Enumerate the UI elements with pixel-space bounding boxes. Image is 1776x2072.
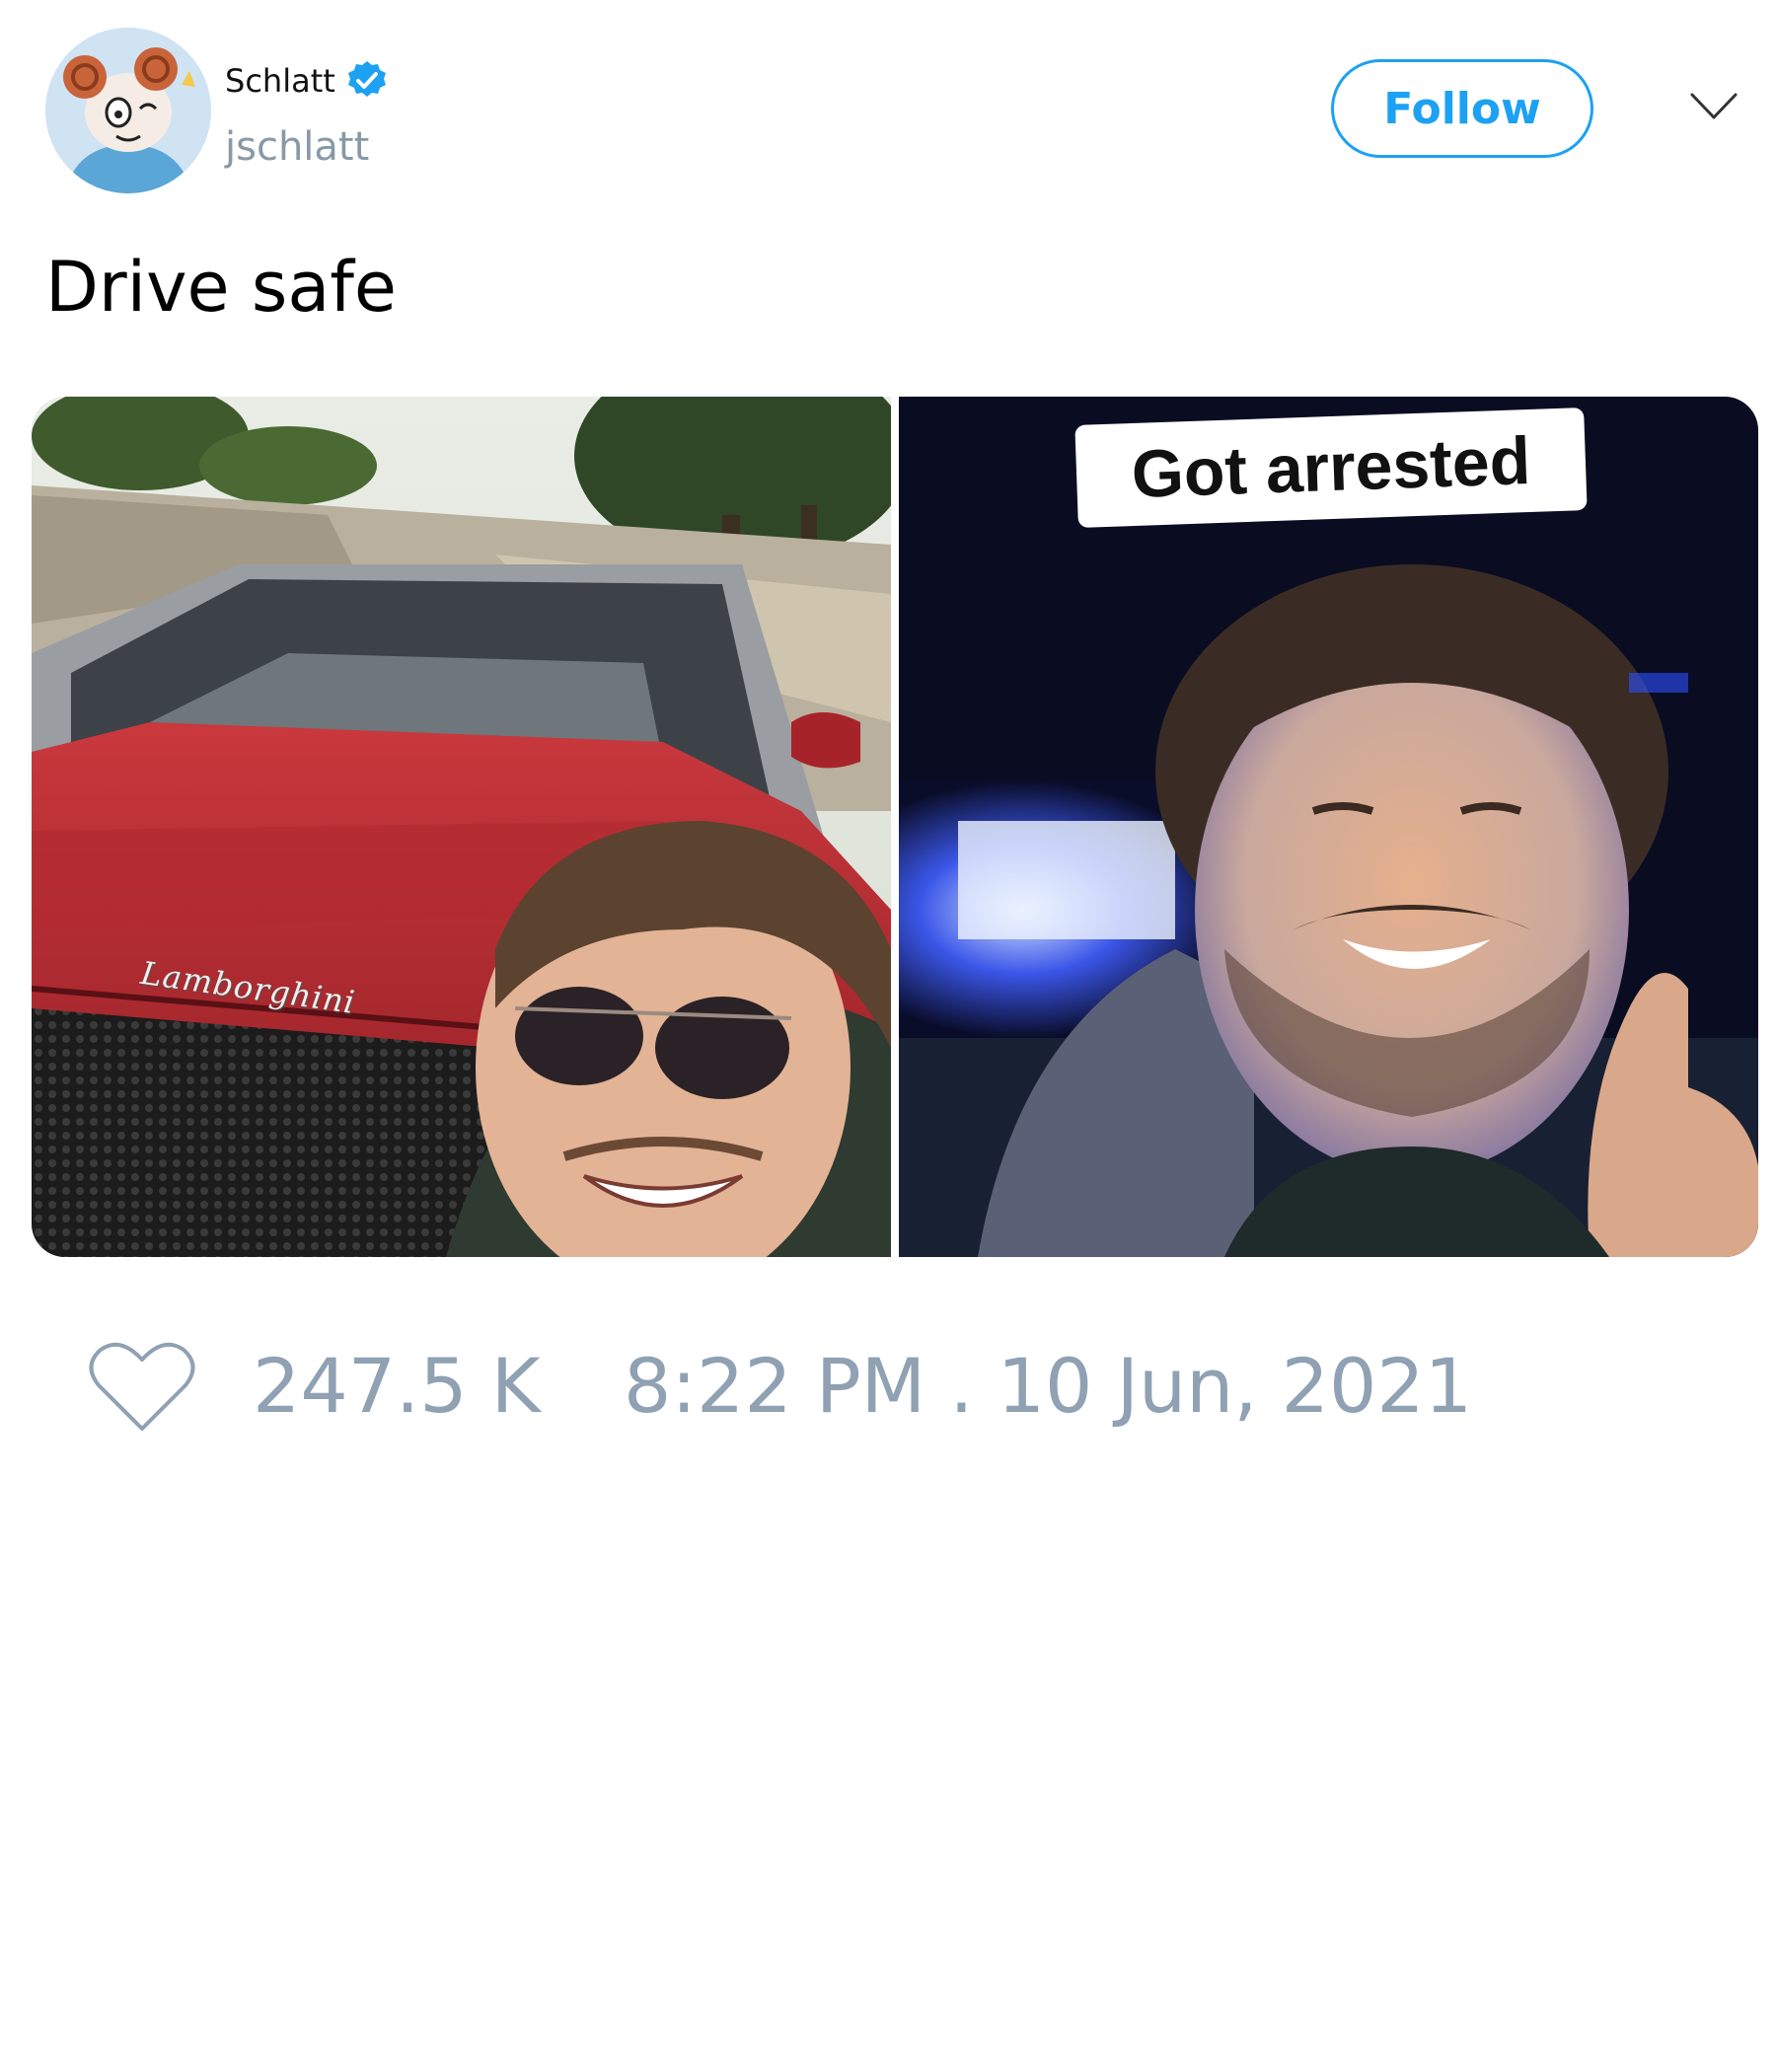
photo-right[interactable]: Got arrested: [899, 397, 1758, 1257]
heart-icon[interactable]: [89, 1340, 195, 1435]
avatar[interactable]: [45, 28, 211, 193]
user-handle[interactable]: jschlatt: [225, 124, 369, 170]
tweet-timestamp[interactable]: 8:22 PM . 10 Jun, 2021: [624, 1342, 1472, 1430]
verified-badge-icon: [345, 59, 389, 103]
display-name[interactable]: Schlatt: [225, 62, 335, 100]
user-name-row[interactable]: Schlatt: [225, 59, 389, 103]
chevron-down-icon[interactable]: [1689, 91, 1739, 122]
tweet-text: Drive safe: [45, 247, 397, 328]
avatar-image: [45, 28, 211, 193]
follow-button[interactable]: Follow: [1331, 59, 1593, 158]
like-count: 247.5 K: [253, 1342, 541, 1430]
photo-left[interactable]: Lamborghini: [32, 397, 891, 1257]
story-caption-sticker: Got arrested: [1074, 407, 1588, 528]
tweet-media[interactable]: Lamborghini Got arrested: [32, 397, 1758, 1257]
police-car-selfie-image: [899, 397, 1758, 1257]
car-selfie-image: [32, 397, 891, 1257]
